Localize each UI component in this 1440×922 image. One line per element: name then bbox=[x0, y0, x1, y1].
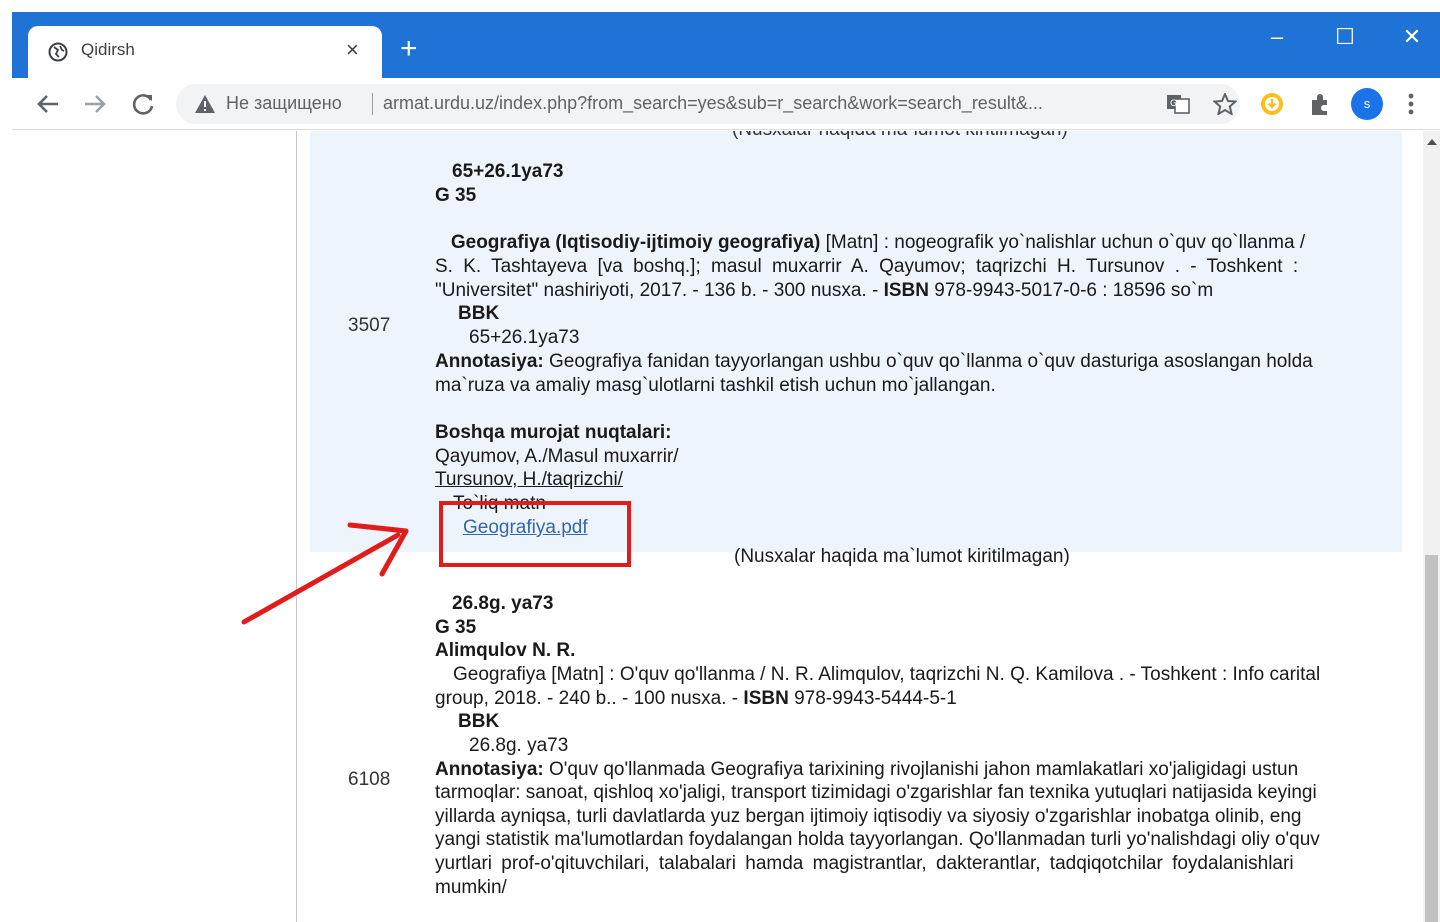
record-title: Geografiya (Iqtisodiy-ijtimoiy geografiy… bbox=[450, 232, 821, 253]
close-window-button[interactable]: ✕ bbox=[1392, 22, 1432, 52]
omnibox-divider bbox=[372, 93, 373, 115]
globe-icon bbox=[48, 42, 68, 62]
menu-dots-icon[interactable] bbox=[1405, 88, 1417, 120]
browser-window: Qidirsh × + – ☐ ✕ Не защищено armat.urdu… bbox=[12, 12, 1440, 922]
back-arrow-icon[interactable] bbox=[32, 88, 64, 120]
copies-note: (Nusxalar haqida ma`lumot kiritilmagan) bbox=[734, 546, 1070, 567]
bbk-label: BBK bbox=[458, 303, 500, 324]
reference-item[interactable]: Tursunov, H./taqrizchi/ bbox=[435, 468, 623, 492]
url-text[interactable]: armat.urdu.uz/index.php?from_search=yes&… bbox=[383, 93, 1043, 114]
extensions-puzzle-icon[interactable] bbox=[1306, 90, 1334, 118]
translate-icon[interactable]: G bbox=[1166, 93, 1190, 115]
bookmark-star-icon[interactable] bbox=[1213, 93, 1237, 115]
active-tab[interactable]: Qidirsh × bbox=[28, 26, 382, 78]
annotation-line6: mumkin/ bbox=[435, 877, 507, 898]
copies-note-cut: (Nusxalar haqida ma`lumot kiritilmagan) bbox=[732, 131, 1068, 141]
minimize-button[interactable]: – bbox=[1257, 22, 1297, 52]
record-title-rest: [Matn] : nogeografik yo`nalishlar uchun … bbox=[820, 232, 1306, 253]
column-divider bbox=[296, 131, 297, 922]
shelf-code: 65+26.1ya73 bbox=[452, 161, 564, 182]
bbk-value: 26.8g. ya73 bbox=[469, 735, 569, 756]
browser-toolbar: Не защищено armat.urdu.uz/index.php?from… bbox=[12, 78, 1440, 130]
new-tab-button[interactable]: + bbox=[400, 34, 418, 64]
shelf-code: 26.8g. ya73 bbox=[452, 593, 554, 614]
svg-text:G: G bbox=[1170, 99, 1177, 109]
scroll-up-arrow-icon[interactable] bbox=[1427, 139, 1437, 145]
annotation-line1: Annotasiya: O'quv qo'llanmada Geografiya… bbox=[435, 758, 1298, 782]
vertical-scrollbar[interactable] bbox=[1423, 131, 1440, 922]
author-name: Alimqulov N. R. bbox=[435, 640, 576, 661]
annotation-line3: yillarda ayniqsa, turli davlatlarda yuz … bbox=[435, 806, 1302, 827]
maximize-button[interactable]: ☐ bbox=[1325, 22, 1365, 52]
tab-close-icon[interactable]: × bbox=[346, 37, 359, 63]
references-label: Boshqa murojat nuqtalari: bbox=[435, 422, 672, 443]
address-bar[interactable]: Не защищено armat.urdu.uz/index.php?from… bbox=[176, 84, 1240, 124]
isbn-label: ISBN bbox=[883, 280, 930, 301]
isbn-label: ISBN bbox=[743, 688, 789, 709]
author-code: G 35 bbox=[435, 617, 477, 638]
bbk-label: BBK bbox=[458, 711, 500, 732]
annotation-text: O'quv qo'llanmada Geografiya tarixining … bbox=[543, 759, 1299, 780]
annotation-line2: ma`ruza va amaliy masg`ulotlarni tashkil… bbox=[435, 375, 996, 396]
forward-arrow-icon[interactable] bbox=[79, 88, 111, 120]
scroll-thumb[interactable] bbox=[1425, 555, 1438, 922]
annotation-text: Geografiya fanidan tayyorlangan ushbu o`… bbox=[543, 351, 1313, 372]
annotation-line5: yurtlari prof-o'qituvchilari, talabalari… bbox=[435, 853, 1294, 874]
annotation-line2: tarmoqlar: sanoat, qishloq xo'jaligi, tr… bbox=[435, 782, 1317, 803]
page-content: (Nusxalar haqida ma`lumot kiritilmagan) … bbox=[12, 131, 1423, 922]
annotation-label: Annotasiya: bbox=[435, 759, 544, 780]
record-number: 6108 bbox=[348, 769, 391, 790]
isbn-value: 978-9943-5017-0-6 : 18596 so`m bbox=[929, 280, 1214, 301]
record-description-line2: group, 2018. - 240 b.. - 100 nusxa. - IS… bbox=[435, 687, 957, 711]
warning-icon[interactable] bbox=[194, 94, 216, 114]
annotation-label: Annotasiya: bbox=[435, 351, 544, 372]
isbn-value: 978-9943-5444-5-1 bbox=[788, 688, 957, 709]
record-description-line1: Geografiya (Iqtisodiy-ijtimoiy geografiy… bbox=[435, 231, 1305, 255]
profile-avatar[interactable]: s bbox=[1351, 88, 1383, 120]
record-description-line3: "Universitet" nashiriyoti, 2017. - 136 b… bbox=[435, 279, 1213, 303]
record-description-line2: S. K. Tashtayeva [va boshq.]; masul muxa… bbox=[435, 256, 1299, 277]
annotation-line4: yangi statistik ma'lumotlardan foydalang… bbox=[435, 829, 1320, 850]
reload-icon[interactable] bbox=[127, 88, 159, 120]
tab-title: Qidirsh bbox=[81, 40, 135, 59]
record-description-line1: Geografiya [Matn] : O'quv qo'llanma / N.… bbox=[453, 664, 1321, 685]
annotation-line1: Annotasiya: Geografiya fanidan tayyorlan… bbox=[435, 350, 1313, 374]
publisher-info: "Universitet" nashiriyoti, 2017. - 136 b… bbox=[435, 280, 884, 301]
highlight-box bbox=[439, 501, 631, 567]
reference-item[interactable]: Qayumov, A./Masul muxarrir/ bbox=[435, 445, 679, 469]
bbk-value: 65+26.1ya73 bbox=[469, 327, 580, 348]
title-bar: Qidirsh × + – ☐ ✕ bbox=[12, 12, 1440, 78]
publisher-info: group, 2018. - 240 b.. - 100 nusxa. - bbox=[435, 688, 744, 709]
download-extension-icon[interactable] bbox=[1258, 90, 1286, 118]
record-number: 3507 bbox=[348, 315, 391, 336]
security-label[interactable]: Не защищено bbox=[226, 93, 342, 114]
author-code: G 35 bbox=[435, 185, 477, 206]
